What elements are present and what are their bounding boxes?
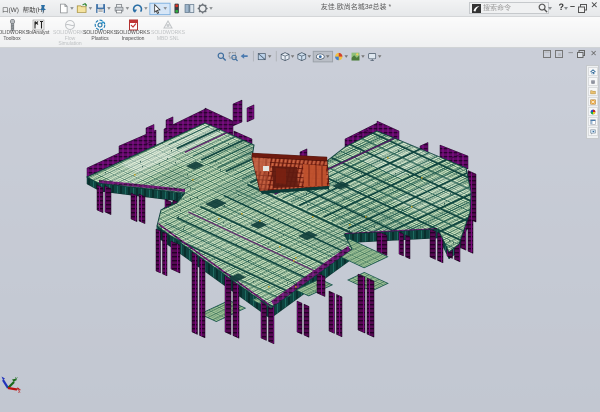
svg-text:y: y (15, 376, 18, 382)
